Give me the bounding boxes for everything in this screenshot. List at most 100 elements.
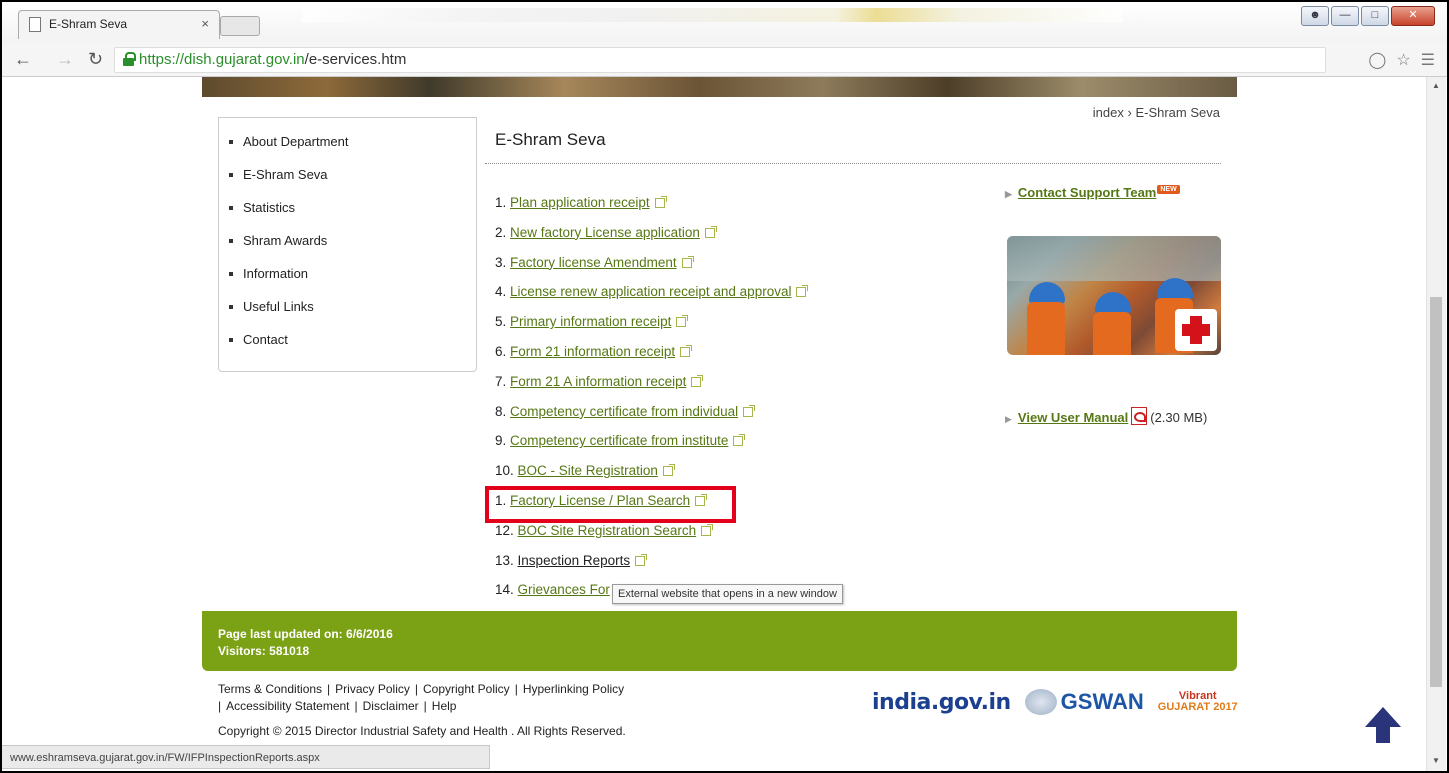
url-path: /e-services.htm	[304, 51, 407, 68]
item-number: 12.	[495, 522, 514, 538]
sidebar-item-contact[interactable]: Contact	[229, 329, 476, 362]
external-link-icon	[701, 523, 714, 536]
sidebar-item-eshram[interactable]: E-Shram Seva	[229, 164, 476, 197]
copyright-text: Copyright © 2015 Director Industrial Saf…	[218, 724, 626, 738]
forward-icon[interactable]: →	[56, 49, 74, 70]
service-link[interactable]: Form 21 information receipt	[510, 344, 675, 359]
footer-link-hyperlinking[interactable]: Hyperlinking Policy	[523, 682, 624, 696]
minimize-icon[interactable]: —	[1331, 6, 1359, 26]
service-link[interactable]: Form 21 A information receipt	[510, 374, 686, 389]
service-link[interactable]: Grievances For	[518, 582, 610, 597]
footer-links: Terms & Conditions | Privacy Policy | Copyri…	[218, 682, 625, 713]
service-list: 1. Plan application receipt 2. New facto…	[495, 195, 809, 612]
highlight-box	[485, 486, 736, 523]
gswan-logo[interactable]: GSWAN	[1024, 689, 1144, 715]
gswan-text: GSWAN	[1060, 689, 1144, 714]
footer-link-help[interactable]: Help	[432, 699, 457, 713]
sidebar-item-statistics[interactable]: Statistics	[229, 197, 476, 230]
scroll-down-icon[interactable]: ▼	[1432, 756, 1440, 765]
shield-icon[interactable]: ◯	[1368, 50, 1386, 70]
service-link[interactable]: BOC Site Registration Search	[518, 523, 697, 538]
arrow-icon: ▶	[1005, 189, 1012, 199]
contact-support-link[interactable]: Contact Support Team	[1018, 185, 1156, 200]
service-link[interactable]: Competency certificate from individual	[510, 404, 738, 419]
title-divider	[485, 163, 1221, 164]
list-item: 13. Inspection Reports	[495, 553, 806, 583]
back-icon[interactable]: ←	[14, 49, 32, 70]
workers-photo[interactable]	[1007, 236, 1221, 355]
address-bar[interactable]: https://dish.gujarat.gov.in/e-services.h…	[114, 47, 1326, 73]
file-size: (2.30 MB)	[1150, 410, 1208, 425]
user-icon[interactable]: ☻	[1301, 6, 1329, 26]
footer-info: Page last updated on: 6/6/2016 Visitors:…	[218, 626, 393, 660]
item-number: 1.	[495, 195, 507, 210]
footer-link-disclaimer[interactable]: Disclaimer	[363, 699, 419, 713]
url-text: https://dish.gujarat.gov.in/e-services.h…	[139, 51, 406, 68]
sidebar-item-links[interactable]: Useful Links	[229, 296, 476, 329]
item-number: 4.	[495, 284, 507, 300]
scroll-top-icon[interactable]	[1365, 707, 1401, 727]
bookmark-star-icon[interactable]: ☆	[1396, 50, 1410, 70]
page-icon	[29, 17, 41, 32]
service-link[interactable]: License renew application receipt and ap…	[510, 284, 791, 299]
list-item: 8. Competency certificate from individua…	[495, 404, 806, 434]
page-viewport: index › E-Shram Seva About Department E-…	[2, 77, 1426, 771]
globe-icon	[1024, 689, 1057, 715]
scroll-up-icon[interactable]: ▲	[1432, 81, 1440, 90]
window-controls: ☻ — □ ✕	[1301, 6, 1435, 26]
footer-link-terms[interactable]: Terms & Conditions	[218, 682, 322, 696]
item-number: 6.	[495, 343, 507, 359]
service-link[interactable]: Plan application receipt	[510, 195, 650, 210]
breadcrumb-separator: ›	[1127, 105, 1132, 120]
scrollbar-thumb[interactable]	[1430, 297, 1442, 687]
external-link-icon	[691, 374, 704, 387]
menu-icon[interactable]: ☰	[1421, 50, 1435, 70]
tooltip: External website that opens in a new win…	[612, 584, 843, 604]
footer-link-accessibility[interactable]: Accessibility Statement	[226, 699, 349, 713]
item-number: 2.	[495, 224, 507, 240]
updated-value: 6/6/2016	[346, 627, 393, 641]
sidebar-item-about[interactable]: About Department	[229, 131, 476, 164]
breadcrumb: index › E-Shram Seva	[1093, 105, 1220, 120]
vertical-scrollbar[interactable]: ▲ ▼	[1426, 77, 1446, 771]
browser-toolbar: ← → ↻ https://dish.gujarat.gov.in/e-serv…	[2, 42, 1447, 77]
external-link-icon	[733, 434, 746, 447]
pdf-icon[interactable]	[1131, 407, 1148, 425]
service-link-inspection[interactable]: Inspection Reports	[518, 553, 631, 568]
external-link-icon	[662, 464, 675, 477]
sidebar-item-awards[interactable]: Shram Awards	[229, 230, 476, 263]
updated-label: Page last updated on:	[218, 627, 343, 641]
external-link-icon	[635, 553, 648, 566]
service-link[interactable]: New factory License application	[510, 225, 700, 240]
new-tab-button[interactable]	[220, 16, 260, 36]
external-link-icon	[676, 315, 689, 328]
breadcrumb-home[interactable]: index	[1093, 105, 1124, 120]
sidebar-item-information[interactable]: Information	[229, 263, 476, 296]
partner-logos: india.gov.in GSWAN Vibrant GUJARAT 2017	[872, 689, 1238, 715]
sidebar-nav: About Department E-Shram Seva Statistics…	[218, 117, 477, 372]
footer-link-privacy[interactable]: Privacy Policy	[335, 682, 410, 696]
service-link[interactable]: Competency certificate from institute	[510, 433, 728, 448]
service-link[interactable]: Primary information receipt	[510, 314, 671, 329]
reload-icon[interactable]: ↻	[88, 49, 103, 70]
browser-tab[interactable]: E-Shram Seva ×	[18, 10, 220, 39]
maximize-icon[interactable]: □	[1361, 6, 1389, 26]
lock-icon	[123, 52, 136, 66]
vibrant-gujarat-logo[interactable]: Vibrant GUJARAT 2017	[1158, 691, 1238, 713]
india-gov-logo[interactable]: india.gov.in	[872, 690, 1011, 715]
window-close-icon[interactable]: ✕	[1391, 6, 1435, 26]
user-manual-link[interactable]: View User Manual	[1018, 410, 1128, 425]
scroll-top-stem[interactable]	[1376, 725, 1390, 743]
item-number: 7.	[495, 373, 507, 389]
list-item: 5. Primary information receipt	[495, 314, 806, 344]
tab-title: E-Shram Seva	[49, 17, 128, 31]
user-manual: ▶ View User Manual (2.30 MB)	[1005, 407, 1207, 425]
status-url: www.eshramseva.gujarat.gov.in/FW/IFPInsp…	[2, 745, 490, 769]
first-aid-icon	[1175, 309, 1217, 351]
footer-link-copyright[interactable]: Copyright Policy	[423, 682, 510, 696]
external-link-icon	[704, 225, 717, 238]
list-item: 9. Competency certificate from institute	[495, 433, 806, 463]
service-link[interactable]: Factory license Amendment	[510, 255, 677, 270]
tab-close-icon[interactable]: ×	[201, 16, 209, 31]
service-link[interactable]: BOC - Site Registration	[518, 463, 658, 478]
